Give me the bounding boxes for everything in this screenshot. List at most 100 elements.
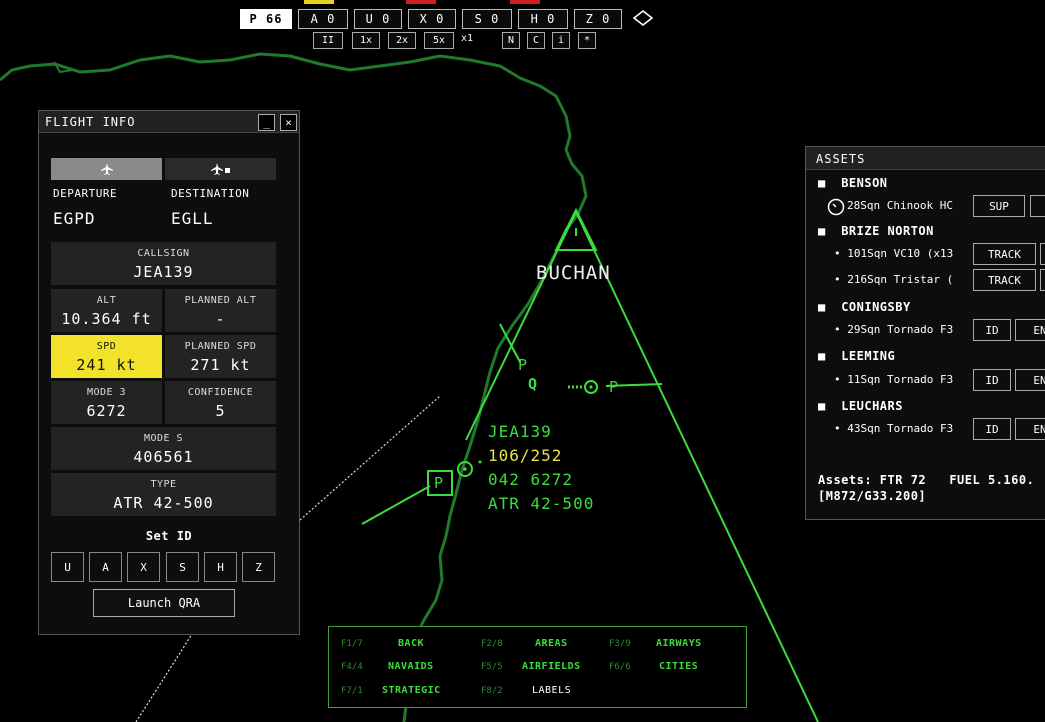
departure-label: DEPARTURE (53, 187, 118, 200)
panel-header[interactable]: ASSETS (806, 147, 1045, 170)
base-name: CONINGSBY (841, 300, 911, 314)
squadron-label: 43Sqn Tornado F3 (847, 422, 954, 435)
pending-filter-button[interactable]: P 66 (240, 9, 292, 29)
squadron-item[interactable]: • 29Sqn Tornado F3 (834, 323, 953, 336)
track-history-dot (478, 460, 482, 464)
mode3-value: 6272 (86, 402, 127, 420)
base-name: BRIZE NORTON (841, 224, 934, 238)
engage-button[interactable]: EN (1015, 319, 1045, 341)
squadron-item[interactable]: • 11Sqn Tornado F3 (834, 373, 953, 386)
base-benson[interactable]: ■ BENSON (818, 176, 888, 190)
base-brize-norton[interactable]: ■ BRIZE NORTON (818, 224, 934, 238)
sector-line (465, 211, 577, 441)
flight-info-panel: FLIGHT INFO _ × DEPARTURE DESTINATION EG… (38, 110, 300, 635)
unknown-filter-button[interactable]: U 0 (354, 9, 402, 29)
id-button[interactable]: ID (973, 369, 1011, 391)
menu-strategic[interactable]: STRATEGIC (382, 685, 441, 696)
menu-cities[interactable]: CITIES (659, 661, 698, 672)
callsign-value: JEA139 (133, 263, 194, 281)
set-id-s-button[interactable]: S (166, 552, 199, 582)
set-id-u-button[interactable]: U (51, 552, 84, 582)
plane-landing-icon (210, 163, 230, 175)
menu-areas[interactable]: AREAS (535, 638, 568, 649)
base-leeming[interactable]: ■ LEEMING (818, 349, 895, 363)
fkey-label: F1/7 (341, 639, 363, 649)
speed-5x-button[interactable]: 5x (424, 32, 454, 49)
planned-alt-value: - (215, 310, 226, 328)
track-label-type[interactable]: ATR 42-500 (488, 494, 594, 513)
type-value: ATR 42-500 (113, 494, 214, 512)
departure-tab[interactable] (51, 158, 162, 180)
squadron-item[interactable]: • 43Sqn Tornado F3 (834, 422, 953, 435)
squadron-label: 11Sqn Tornado F3 (847, 373, 954, 386)
confidence-cell: CONFIDENCE 5 (165, 381, 276, 424)
confidence-label: CONFIDENCE (187, 387, 254, 398)
spd-cell: SPD 241 kt (51, 335, 162, 378)
p-marker-label: P (434, 474, 445, 492)
set-id-z-button[interactable]: Z (242, 552, 275, 582)
set-id-a-button[interactable]: A (89, 552, 122, 582)
planned-alt-label: PLANNED ALT (184, 295, 257, 306)
status-indicator-red (406, 0, 436, 4)
panel-header[interactable]: FLIGHT INFO _ × (39, 111, 299, 133)
destination-tab[interactable] (165, 158, 276, 180)
base-coningsby[interactable]: ■ CONINGSBY (818, 300, 911, 314)
mode3-label: MODE 3 (86, 387, 127, 398)
base-name: LEUCHARS (841, 399, 903, 413)
menu-labels[interactable]: LABELS (532, 685, 571, 696)
id-button[interactable]: ID (973, 418, 1011, 440)
z-filter-button[interactable]: Z 0 (574, 9, 622, 29)
mode-n-button[interactable]: N (502, 32, 520, 49)
speed-2x-button[interactable]: 2x (388, 32, 416, 49)
speed-readout: x1 (461, 33, 474, 44)
squadron-label: 216Sqn Tristar ( (847, 273, 954, 286)
callsign-label: CALLSIGN (137, 248, 190, 259)
track-button[interactable]: TRACK (973, 269, 1036, 291)
hostile-filter-button[interactable]: H 0 (518, 9, 568, 29)
menu-back[interactable]: BACK (398, 638, 424, 649)
squadron-item[interactable]: 28Sqn Chinook HC (847, 199, 953, 212)
close-button[interactable]: × (280, 114, 297, 131)
track-vector (361, 485, 431, 525)
track-label-speed-heading[interactable]: 106/252 (488, 446, 562, 465)
fkey-label: F2/8 (481, 639, 503, 649)
track-button[interactable]: TRACK (973, 243, 1036, 265)
star-button[interactable]: * (578, 32, 596, 49)
menu-navaids[interactable]: NAVAIDS (388, 661, 434, 672)
squadron-action-button[interactable] (1030, 195, 1045, 217)
track-label-callsign[interactable]: JEA139 (488, 422, 552, 441)
info-button[interactable]: i (552, 32, 570, 49)
squadron-action-button[interactable] (1040, 243, 1045, 265)
hostile-x-filter-button[interactable]: X 0 (408, 9, 456, 29)
menu-airways[interactable]: AIRWAYS (656, 638, 702, 649)
track-marker-q: Q (528, 375, 539, 393)
base-name: BENSON (841, 176, 888, 190)
minimize-button[interactable]: _ (258, 114, 275, 131)
id-button[interactable]: ID (973, 319, 1011, 341)
confidence-value: 5 (215, 402, 226, 420)
track-label-alt-squawk[interactable]: 042 6272 (488, 470, 573, 489)
base-leuchars[interactable]: ■ LEUCHARS (818, 399, 903, 413)
diamond-icon[interactable] (632, 9, 654, 27)
panel-title: FLIGHT INFO (45, 115, 136, 129)
squadron-item[interactable]: • 216Sqn Tristar ( (834, 273, 953, 286)
pause-button[interactable]: II (313, 32, 343, 49)
fkey-label: F5/5 (481, 662, 503, 672)
engage-button[interactable]: EN (1015, 418, 1045, 440)
launch-qra-button[interactable]: Launch QRA (93, 589, 235, 617)
sup-button[interactable]: SUP (973, 195, 1025, 217)
mode-c-button[interactable]: C (527, 32, 545, 49)
set-id-x-button[interactable]: X (127, 552, 160, 582)
departure-value: EGPD (53, 209, 96, 228)
suspect-filter-button[interactable]: S 0 (462, 9, 512, 29)
alt-label: ALT (96, 295, 117, 306)
speed-1x-button[interactable]: 1x (352, 32, 380, 49)
squadron-action-button[interactable] (1040, 269, 1045, 291)
engage-button[interactable]: EN (1015, 369, 1045, 391)
squadron-item[interactable]: • 101Sqn VC10 (x13 (834, 247, 953, 260)
set-id-h-button[interactable]: H (204, 552, 237, 582)
assumed-filter-button[interactable]: A 0 (298, 9, 348, 29)
modes-value: 406561 (133, 448, 194, 466)
menu-airfields[interactable]: AIRFIELDS (522, 661, 581, 672)
planned-spd-value: 271 kt (190, 356, 251, 374)
